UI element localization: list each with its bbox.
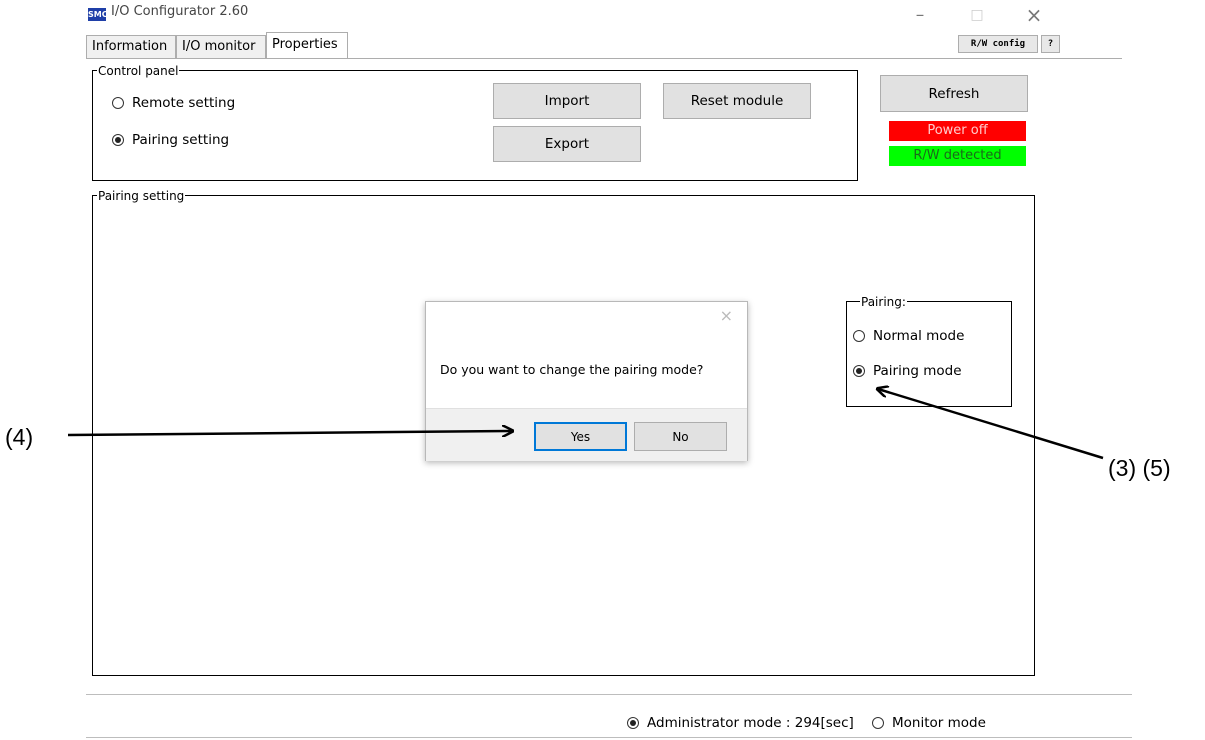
annotation-arrow-to-yes: [67, 431, 512, 435]
annotation-arrow-to-pairing-mode: [878, 389, 1104, 460]
annotation-arrows: [67, 0, 1104, 460]
